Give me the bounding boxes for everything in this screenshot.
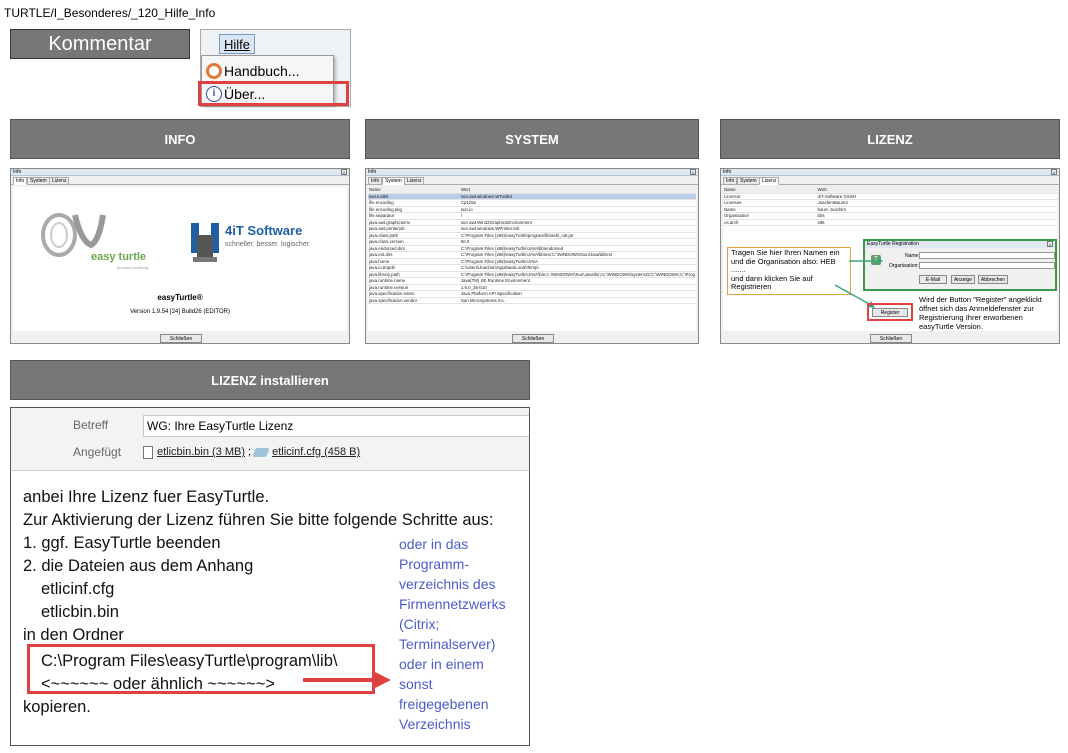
brand-right: 4iT Software bbox=[225, 223, 303, 238]
menu-item-handbuch[interactable]: Handbuch... bbox=[204, 60, 332, 82]
tab-system[interactable]: System bbox=[382, 177, 405, 185]
kommentar-button[interactable]: Kommentar bbox=[10, 29, 190, 59]
table-row[interactable]: os.arch x86 bbox=[723, 219, 1057, 227]
tab-system[interactable]: System bbox=[27, 177, 50, 185]
attached-label: Angefügt bbox=[73, 445, 122, 459]
mail-line: in den Ordner bbox=[23, 626, 124, 644]
help-menu-title[interactable]: Hilfe bbox=[219, 34, 255, 54]
info-close-button[interactable]: Schließen bbox=[160, 334, 202, 343]
note-left-line: und die Organisation also: HEB bbox=[731, 256, 836, 266]
brand-left-sub: process modeling bbox=[117, 265, 149, 270]
note-left-line: Registrieren bbox=[731, 282, 772, 291]
mail-line: etlicinf.cfg bbox=[41, 580, 115, 598]
email-button[interactable]: E-Mail bbox=[919, 275, 947, 284]
license-window-thumbnail: Info × Info System Lizenz Name Wert Licenso… bbox=[720, 168, 1060, 344]
menu-item-handbuch-label: Handbuch... bbox=[224, 63, 300, 79]
note-line: verzeichnis des bbox=[399, 576, 496, 592]
breadcrumb: TURTLE/I_Besonderes/_120_Hilfe_Info bbox=[4, 6, 216, 20]
mail-line: etlicbin.bin bbox=[41, 603, 119, 621]
system-window-thumbnail: Info × Info System Lizenz Name Wert awt.too… bbox=[365, 168, 699, 344]
note-line: (Citrix; bbox=[399, 616, 440, 632]
note-line: Verzeichnis bbox=[399, 716, 471, 732]
product-version: Version 1.9.54 [24] Build26 (EDITOR) bbox=[130, 309, 230, 315]
license-close-button[interactable]: Schließen bbox=[870, 334, 912, 343]
section-info: INFO bbox=[10, 119, 350, 159]
4it-logo-icon bbox=[189, 221, 221, 263]
registration-dialog-title: EasyTurtle Registration bbox=[867, 241, 919, 247]
note-line: oder in einem bbox=[399, 656, 484, 672]
mail-line: kopieren. bbox=[23, 698, 91, 716]
abbrechen-button[interactable]: Abbrechen bbox=[978, 275, 1008, 284]
mail-line: 2. die Dateien aus dem Anhang bbox=[23, 557, 254, 575]
system-properties-table: Name Wert awt.toolkit sun.awt.windows.WTool… bbox=[368, 187, 696, 305]
config-file-icon bbox=[252, 447, 270, 457]
subject-label: Betreff bbox=[73, 418, 109, 432]
note-right-line: easyTurtle Version. bbox=[919, 322, 983, 331]
attachments: etlicbin.bin (3 MB) ; etlicinf.cfg (458 … bbox=[143, 440, 360, 464]
section-lizenz: LIZENZ bbox=[720, 119, 1060, 159]
register-button[interactable]: Register bbox=[872, 308, 908, 317]
organisation-input[interactable] bbox=[919, 262, 1055, 269]
close-icon: × bbox=[341, 169, 347, 175]
register-highlight: Register bbox=[867, 303, 913, 321]
tab-system[interactable]: System bbox=[737, 177, 760, 185]
tab-lizenz[interactable]: Lizenz bbox=[49, 177, 70, 185]
subject-field: WG: Ihre EasyTurtle Lizenz bbox=[143, 415, 529, 437]
mail-line: 1. ggf. EasyTurtle beenden bbox=[23, 534, 221, 552]
note-line: oder in das bbox=[399, 536, 469, 552]
note-right: Wird der Button "Register" angeklickt öf… bbox=[919, 295, 1059, 331]
table-cell: x86 bbox=[816, 219, 1057, 227]
note-line: sonst bbox=[399, 676, 433, 692]
close-icon: × bbox=[690, 169, 696, 175]
note-line: Firmennetzwerks bbox=[399, 596, 506, 612]
table-row[interactable]: java.specification.vendor Sun Microsystem… bbox=[368, 297, 696, 305]
mail-header: Betreff WG: Ihre EasyTurtle Lizenz Angef… bbox=[11, 408, 529, 471]
close-icon: × bbox=[1047, 241, 1053, 247]
registration-dialog: EasyTurtle Registration × ? Name: Organi… bbox=[863, 239, 1057, 291]
table-cell: java.specification.vendor bbox=[368, 297, 460, 305]
anzeige-button[interactable]: Anzeige bbox=[951, 275, 975, 284]
close-icon: × bbox=[1051, 169, 1057, 175]
table-cell: C:\Program Files (x86)\easyTurtle\JAVA\b… bbox=[459, 271, 696, 279]
note-line: freigegebenen bbox=[399, 696, 489, 712]
arrow-icon bbox=[303, 672, 391, 688]
note-line: Programm- bbox=[399, 556, 470, 572]
product-name: easyTurtle® bbox=[157, 293, 203, 302]
arrow-icon bbox=[849, 257, 883, 265]
license-window-title: Info bbox=[723, 169, 732, 175]
mail-line: anbei Ihre Lizenz fuer EasyTurtle. bbox=[23, 488, 270, 506]
info-window-title: Info bbox=[13, 169, 22, 175]
section-system: SYSTEM bbox=[365, 119, 699, 159]
license-email: Betreff WG: Ihre EasyTurtle Lizenz Angef… bbox=[10, 407, 530, 746]
file-icon bbox=[143, 445, 153, 459]
brand-right-sub: schneller. besser. logischer. bbox=[225, 241, 311, 248]
section-lizenz-installieren: LIZENZ installieren bbox=[10, 360, 530, 400]
mail-line: Zur Aktivierung der Lizenz führen Sie bi… bbox=[23, 511, 494, 529]
table-cell: Sun Microsystems Inc. bbox=[459, 297, 696, 305]
note-line: Terminalserver) bbox=[399, 636, 496, 652]
license-properties-table: Name Wert Licensor 4iT-Software GmbH License… bbox=[723, 187, 1057, 227]
tab-lizenz[interactable]: Lizenz bbox=[759, 177, 780, 185]
tab-lizenz[interactable]: Lizenz bbox=[404, 177, 425, 185]
name-label: Name: bbox=[905, 253, 920, 259]
attachment-link[interactable]: etlicinf.cfg (458 B) bbox=[272, 446, 360, 458]
tab-info[interactable]: Info bbox=[368, 177, 383, 185]
name-input[interactable] bbox=[919, 252, 1055, 259]
attachment-link[interactable]: etlicbin.bin (3 MB) bbox=[157, 446, 245, 458]
org-label: Organisation: bbox=[889, 263, 919, 269]
lifebuoy-icon bbox=[206, 63, 222, 79]
note-right-line: Registrierung Ihrer erworbenen bbox=[919, 313, 1023, 322]
note-right-line: öffnet sich das Anmeldefenster zur bbox=[919, 304, 1034, 313]
brand-left: easy turtle bbox=[91, 251, 147, 263]
ueber-highlight bbox=[198, 81, 349, 106]
tab-info[interactable]: Info bbox=[723, 177, 738, 185]
info-window-thumbnail: Info × Info System Lizenz easy turtle pro… bbox=[10, 168, 350, 344]
system-window-title: Info bbox=[368, 169, 377, 175]
note-right-line: Wird der Button "Register" angeklickt bbox=[919, 295, 1042, 304]
tab-info[interactable]: Info bbox=[13, 177, 28, 185]
table-cell: os.arch bbox=[723, 219, 817, 227]
system-close-button[interactable]: Schließen bbox=[512, 334, 554, 343]
alternative-location-note: oder in das Programm- verzeichnis des Fi… bbox=[399, 534, 506, 734]
